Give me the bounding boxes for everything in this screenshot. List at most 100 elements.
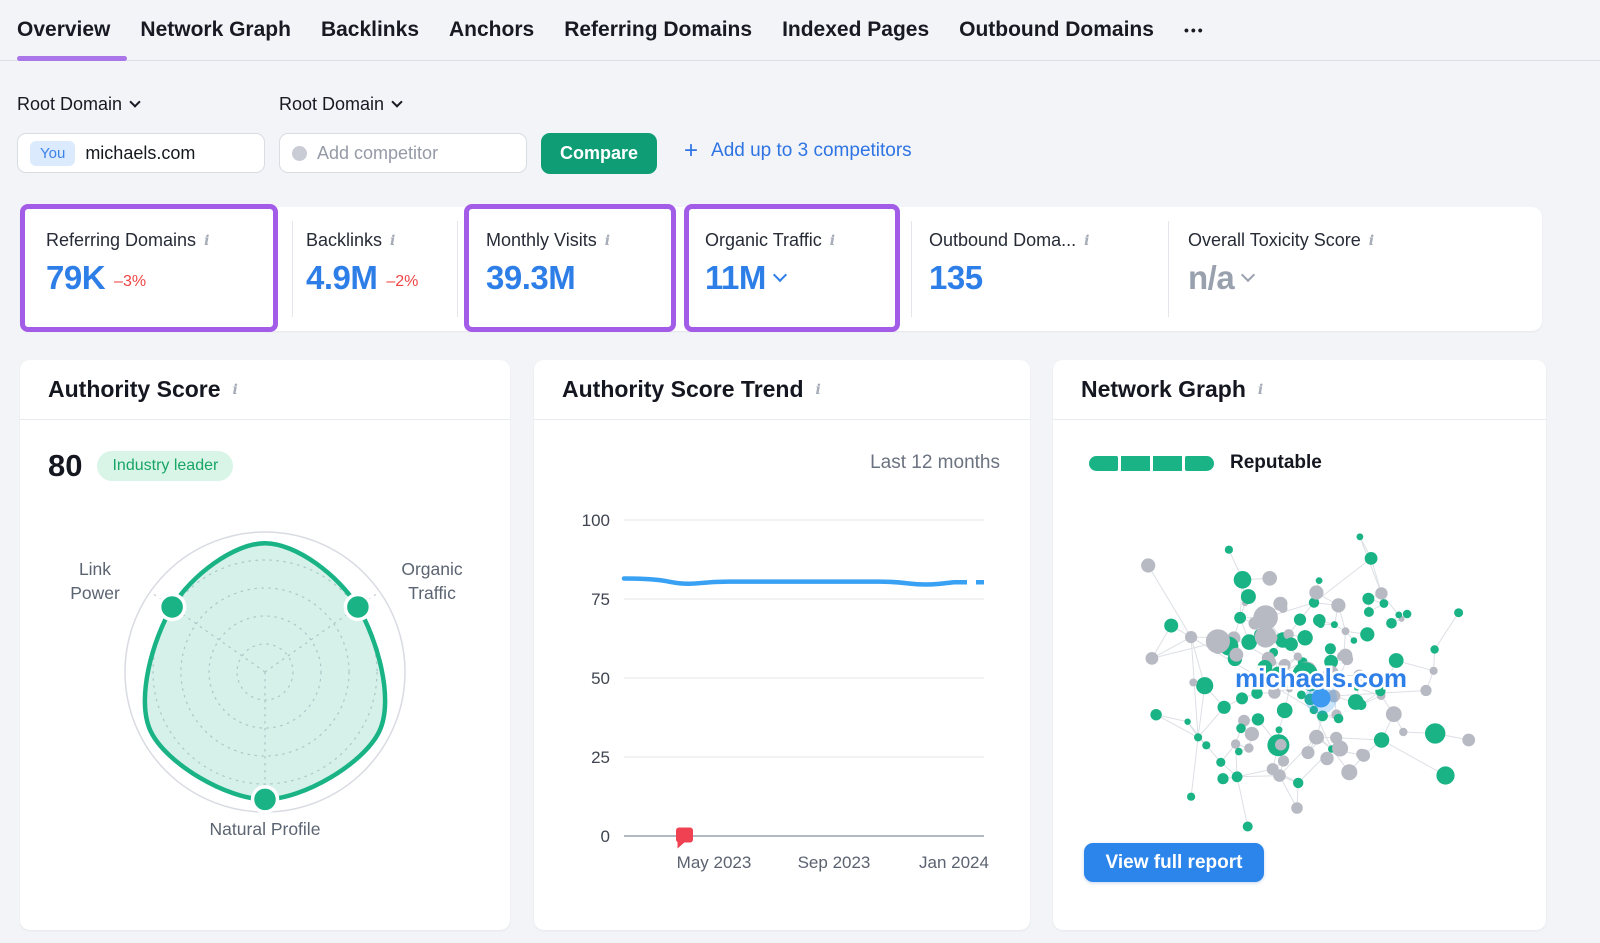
authority-radar-chart — [20, 470, 510, 920]
tab-anchors[interactable]: Anchors — [449, 18, 534, 42]
info-icon[interactable]: i — [390, 233, 395, 249]
y-axis-tick: 50 — [591, 669, 610, 688]
metric-label: Overall Toxicity Score — [1188, 230, 1361, 251]
info-icon[interactable]: i — [233, 382, 238, 398]
chevron-down-icon[interactable] — [1241, 268, 1255, 282]
info-icon[interactable]: i — [605, 233, 610, 249]
plus-icon: + — [684, 141, 698, 161]
scope-dropdown-you[interactable]: Root Domain — [17, 94, 139, 115]
flag-marker-icon — [676, 828, 693, 843]
competitor-field[interactable] — [279, 133, 527, 173]
network-rating-row: Reputable — [1089, 452, 1322, 474]
info-icon[interactable]: i — [816, 382, 821, 398]
radar-area — [145, 543, 385, 799]
you-badge: You — [30, 141, 75, 166]
metric-divider — [1168, 221, 1169, 317]
card-title: Network Graph — [1081, 376, 1246, 403]
radar-point — [253, 787, 278, 812]
reputation-segment — [1185, 456, 1214, 471]
metric-value[interactable]: 11M — [705, 259, 766, 297]
x-axis-tick: Sep 2023 — [798, 853, 871, 872]
metric-label: Outbound Doma... — [929, 230, 1076, 251]
tab-outbound-domains[interactable]: Outbound Domains — [959, 18, 1154, 42]
reputation-segment — [1153, 456, 1182, 471]
tab-backlinks[interactable]: Backlinks — [321, 18, 419, 42]
tab-indexed-pages[interactable]: Indexed Pages — [782, 18, 929, 42]
metric-outbound-domains: Outbound Doma... i 135 — [929, 230, 1089, 297]
metric-value[interactable]: 39.3M — [486, 259, 575, 297]
authority-trend-line — [624, 579, 954, 585]
metric-value[interactable]: n/a — [1188, 259, 1234, 297]
metric-label: Backlinks — [306, 230, 382, 251]
metric-value[interactable]: 135 — [929, 259, 983, 297]
metric-label: Monthly Visits — [486, 230, 597, 251]
metric-value[interactable]: 79K — [46, 259, 105, 297]
top-navigation: Overview Network Graph Backlinks Anchors… — [0, 0, 1600, 61]
radar-axis-organic-traffic: Organic Traffic — [386, 558, 478, 605]
y-axis-tick: 75 — [591, 590, 610, 609]
scope-label: Root Domain — [17, 94, 122, 115]
chevron-down-icon[interactable] — [773, 268, 787, 282]
flag-marker-tail — [678, 841, 686, 849]
metric-label: Organic Traffic — [705, 230, 822, 251]
scope-dropdown-competitor[interactable]: Root Domain — [279, 94, 401, 115]
info-icon[interactable]: i — [1258, 382, 1263, 398]
card-title: Authority Score — [48, 376, 221, 403]
network-graph-card: Network Graph i Reputable michaels.com V… — [1053, 360, 1546, 930]
reputation-segment — [1089, 456, 1118, 471]
info-icon[interactable]: i — [1369, 233, 1374, 249]
reputation-label: Reputable — [1230, 452, 1322, 474]
trend-period-label: Last 12 months — [870, 452, 1000, 474]
backlink-network-graph[interactable]: michaels.com — [1068, 475, 1531, 895]
more-tabs-icon[interactable]: ••• — [1184, 22, 1205, 38]
authority-score-card: Authority Score i 80 Industry leader Lin… — [20, 360, 510, 930]
your-domain-field[interactable]: You michaels.com — [17, 133, 265, 173]
info-icon[interactable]: i — [204, 233, 209, 249]
domain-placeholder-icon — [292, 146, 307, 161]
authority-trend-line-chart: 100 75 50 25 0 May 2023 Sep 2023 Jan 2024 — [554, 490, 1010, 890]
scope-label: Root Domain — [279, 94, 384, 115]
center-domain-label: michaels.com — [1235, 663, 1407, 693]
metric-referring-domains: Referring Domains i 79K –3% — [46, 230, 209, 297]
metric-delta: –3% — [114, 273, 146, 291]
info-icon[interactable]: i — [830, 233, 835, 249]
reputation-segment — [1121, 456, 1150, 471]
backlink-analytics-overview: { "nav": { "items": [ {"label": "Overvie… — [0, 0, 1600, 943]
radar-axis-natural-profile: Natural Profile — [205, 818, 325, 842]
tab-overview[interactable]: Overview — [17, 18, 110, 42]
tab-referring-domains[interactable]: Referring Domains — [564, 18, 752, 42]
y-axis-tick: 25 — [591, 748, 610, 767]
add-competitors-label: Add up to 3 competitors — [711, 140, 912, 162]
radar-axis-link-power: Link Power — [55, 558, 135, 605]
authority-score-trend-card: Authority Score Trend i Last 12 months 1… — [534, 360, 1030, 930]
radar-point — [345, 594, 370, 619]
your-domain-value: michaels.com — [85, 143, 195, 164]
view-full-report-button[interactable]: View full report — [1084, 843, 1264, 882]
card-header: Authority Score i — [20, 360, 510, 420]
metric-toxicity-score: Overall Toxicity Score i n/a — [1188, 230, 1374, 297]
metric-backlinks: Backlinks i 4.9M –2% — [306, 230, 418, 297]
chevron-down-icon — [391, 96, 402, 107]
card-header: Network Graph i — [1053, 360, 1546, 420]
chevron-down-icon — [129, 96, 140, 107]
card-title: Authority Score Trend — [562, 376, 804, 403]
metric-monthly-visits: Monthly Visits i 39.3M — [486, 230, 610, 297]
metric-value[interactable]: 4.9M — [306, 259, 377, 297]
card-header: Authority Score Trend i — [534, 360, 1030, 420]
metric-divider — [292, 221, 293, 317]
compare-button[interactable]: Compare — [541, 133, 657, 174]
x-axis-tick: May 2023 — [677, 853, 752, 872]
y-axis-tick: 0 — [601, 827, 610, 846]
x-axis-tick: Jan 2024 — [919, 853, 989, 872]
metric-label: Referring Domains — [46, 230, 196, 251]
add-competitors-link[interactable]: + Add up to 3 competitors — [684, 140, 912, 162]
info-icon[interactable]: i — [1084, 233, 1089, 249]
metric-delta: –2% — [386, 273, 418, 291]
y-axis-tick: 100 — [582, 511, 610, 530]
metric-divider — [457, 221, 458, 317]
competitor-input[interactable] — [317, 143, 514, 164]
metric-organic-traffic: Organic Traffic i 11M — [705, 230, 835, 297]
tab-network-graph[interactable]: Network Graph — [140, 18, 291, 42]
reputation-meter — [1089, 456, 1214, 471]
active-tab-indicator — [17, 56, 127, 61]
